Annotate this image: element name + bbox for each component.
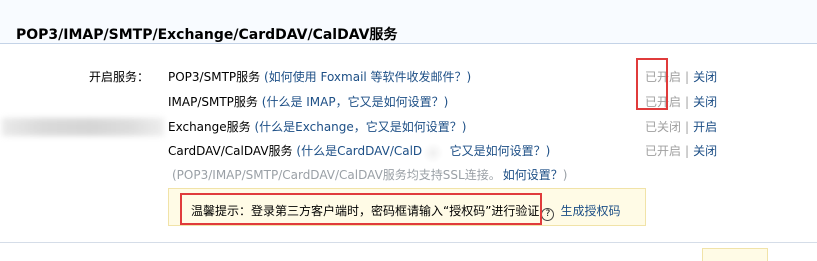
help-link-imap[interactable]: 什么是 IMAP，它又是如何设置？ bbox=[266, 95, 443, 109]
separator: | bbox=[685, 120, 690, 134]
ssl-setup-link[interactable]: 如何设置？ bbox=[503, 168, 563, 182]
service-name: Exchange服务 bbox=[168, 120, 251, 134]
ssl-note-suffix: ) bbox=[562, 168, 568, 182]
service-name: IMAP/SMTP服务 bbox=[168, 95, 258, 109]
service-row-imap-smtp: IMAP/SMTP服务 (什么是 IMAP，它又是如何设置？) bbox=[168, 93, 448, 111]
separator: | bbox=[685, 144, 690, 158]
paren-close: ) bbox=[461, 120, 467, 134]
disable-carddav-button[interactable]: 关闭 bbox=[693, 144, 717, 158]
enable-services-label: 开启服务： bbox=[89, 70, 150, 84]
service-name: CardDAV/CalDAV服务 bbox=[168, 144, 293, 158]
service-name: POP3/SMTP服务 bbox=[168, 70, 261, 84]
paren-close: ) bbox=[545, 144, 551, 158]
ssl-note: (POP3/IMAP/SMTP/CardDAV/CalDAV服务均支持SSL连接… bbox=[172, 166, 567, 183]
highlight-box-tip bbox=[180, 193, 542, 225]
mail-settings-page: POP3/IMAP/SMTP/Exchange/CardDAV/CalDAV服务… bbox=[0, 0, 817, 261]
enable-exchange-button[interactable]: 开启 bbox=[693, 120, 717, 134]
status-text: 已开启 bbox=[645, 144, 682, 158]
section-divider bbox=[0, 242, 817, 243]
generate-auth-code-link[interactable]: 生成授权码 bbox=[560, 204, 620, 218]
blurred-redaction bbox=[2, 118, 164, 136]
disable-pop3-button[interactable]: 关闭 bbox=[693, 70, 717, 84]
highlight-box-status bbox=[636, 58, 668, 110]
separator: | bbox=[685, 95, 690, 109]
service-row-pop3-smtp: POP3/SMTP服务 (如何使用 Foxmail 等软件收发邮件？) bbox=[168, 68, 471, 86]
paren-close: ) bbox=[443, 95, 449, 109]
separator: | bbox=[685, 70, 690, 84]
service-row-exchange: Exchange服务 (什么是Exchange，它又是如何设置？) bbox=[168, 118, 466, 136]
footer-tip-edge bbox=[702, 248, 768, 261]
help-link-pop3[interactable]: 如何使用 Foxmail 等软件收发邮件？ bbox=[269, 70, 467, 84]
section-title: POP3/IMAP/SMTP/Exchange/CardDAV/CalDAV服务 bbox=[16, 27, 398, 43]
help-link-exchange[interactable]: 什么是Exchange，它又是如何设置？ bbox=[259, 120, 462, 134]
section-header: POP3/IMAP/SMTP/Exchange/CardDAV/CalDAV服务 bbox=[0, 0, 817, 44]
ssl-note-text: (POP3/IMAP/SMTP/CardDAV/CalDAV服务均支持SSL连接… bbox=[172, 168, 501, 182]
status-text: 已关闭 bbox=[645, 120, 682, 134]
paren-close: ) bbox=[466, 70, 472, 84]
question-icon[interactable]: ? bbox=[541, 208, 555, 221]
status-carddav-caldav: 已开启 | 关闭 bbox=[645, 142, 717, 160]
cursor-blur bbox=[422, 143, 444, 163]
service-row-carddav-caldav: CardDAV/CalDAV服务 (什么是CardDAV/CalDAV，它又是如… bbox=[168, 142, 550, 160]
disable-imap-button[interactable]: 关闭 bbox=[693, 95, 717, 109]
status-exchange: 已关闭 | 开启 bbox=[645, 118, 717, 136]
